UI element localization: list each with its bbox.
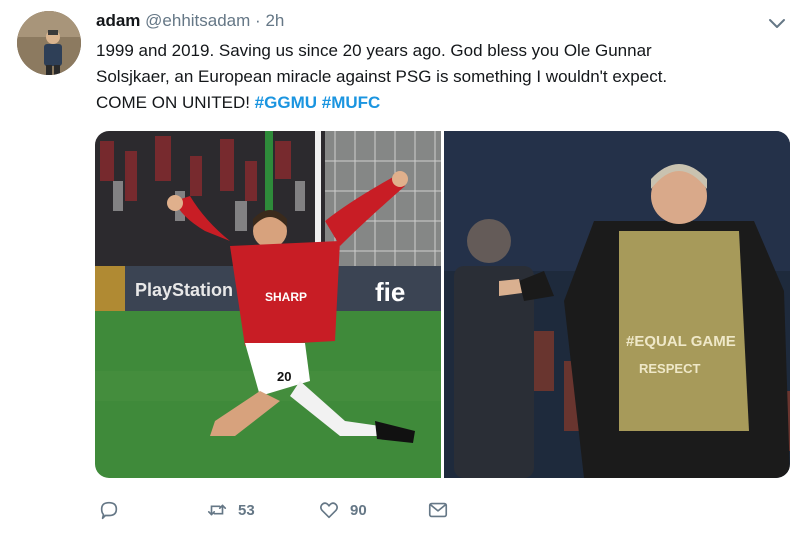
retweet-button[interactable]: 53 [206,496,255,524]
direct-message-button[interactable] [427,496,449,524]
jersey-sponsor: SHARP [265,290,307,304]
tweet-text: 1999 and 2019. Saving us since 20 years … [96,38,786,116]
tweet-time[interactable]: 2h [265,11,284,30]
avatar-image [17,11,81,75]
tweet-text-line: Solsjkaer, an European miracle against P… [96,67,668,86]
board-text: fie [375,277,405,307]
retweet-icon [207,504,227,516]
heart-icon [320,502,338,519]
tweet-text-line: 1999 and 2019. Saving us since 20 years … [96,41,652,60]
retweet-count: 53 [238,501,255,519]
chevron-down-icon[interactable] [766,12,788,34]
author-name[interactable]: adam [96,11,140,30]
separator-dot: · [255,11,261,30]
bib-text: #EQUAL GAME [626,333,736,350]
reply-icon [100,501,118,520]
hashtag-link[interactable]: #MUFC [322,93,381,112]
envelope-icon [428,502,448,518]
photo-celebration[interactable]: PlayStation fie SHARP 20 [95,131,441,478]
tweet-text-segment: COME ON UNITED! [96,93,255,112]
bib-text: RESPECT [639,361,700,376]
shirt-number: 20 [277,369,291,384]
tweet-text-line: COME ON UNITED! #GGMU #MUFC [96,90,786,116]
tweet-actions: 53 90 [96,496,796,524]
hashtag-link[interactable]: #GGMU [255,93,317,112]
tweet-header: adam @ehhitsadam · 2h [96,11,284,31]
photo-manager[interactable]: #EQUAL GAME RESPECT [444,131,790,478]
like-button[interactable]: 90 [318,496,367,524]
author-handle[interactable]: @ehhitsadam [145,11,250,30]
reply-button[interactable] [98,496,120,524]
tweet-media: PlayStation fie SHARP 20 #EQUAL GAME RES… [95,131,790,478]
avatar[interactable] [17,11,81,75]
board-text: PlayStation [135,280,233,300]
like-count: 90 [350,501,367,519]
